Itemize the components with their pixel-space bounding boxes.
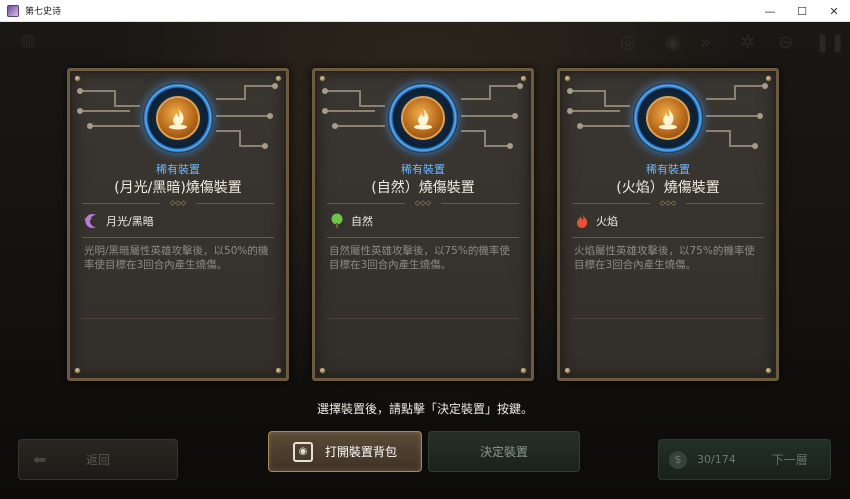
bolt-decoration	[74, 367, 81, 374]
bolt-decoration	[765, 367, 772, 374]
resource-icon: $	[669, 450, 687, 469]
rarity-label: 稀有裝置	[401, 163, 445, 176]
resource-count: 30/174	[697, 453, 736, 466]
attribute-row: 火焰	[574, 213, 618, 229]
back-button[interactable]: ⬅ 返回	[18, 439, 178, 480]
fire-device-icon	[414, 108, 432, 130]
card-title: (自然）燒傷裝置	[371, 180, 475, 196]
card-description: 自然屬性英雄攻擊後，以75%的機率使目標在3回合內產生燒傷。	[329, 245, 510, 271]
attribute-label: 月光/黑暗	[106, 215, 154, 228]
open-bag-label: 打開裝置背包	[324, 445, 397, 459]
tree-icon	[329, 213, 345, 229]
app-icon	[7, 4, 19, 17]
game-area: ◍ ◎ ◉ » ✲ ⊖ ❚❚ 稀有裝置 (月光/黑暗)燒傷裝置 ◇◇◇ 月光/黑…	[0, 22, 850, 499]
background-hud-icon: ◍	[20, 30, 36, 51]
divider	[327, 318, 519, 319]
next-floor-button[interactable]: $ 30/174 下一層	[658, 439, 831, 480]
attribute-row: 月光/黑暗	[84, 213, 154, 229]
minimize-button[interactable]: —	[754, 0, 786, 22]
card-title: (火焰）燒傷裝置	[616, 180, 720, 196]
divider	[82, 237, 274, 238]
background-hud-icon: ⊖	[778, 32, 794, 53]
attribute-row: 自然	[329, 213, 373, 229]
confirm-label: 決定裝置	[479, 445, 528, 459]
open-device-bag-button[interactable]: ◉ 打開裝置背包	[268, 431, 422, 472]
window-controls: — ☐ ✕	[754, 0, 850, 22]
attribute-label: 火焰	[596, 215, 618, 228]
moon-dark-icon	[84, 213, 100, 229]
window-title: 第七史诗	[25, 7, 62, 17]
divider	[82, 318, 274, 319]
bolt-decoration	[520, 367, 527, 374]
divider	[327, 237, 519, 238]
divider	[572, 318, 764, 319]
device-emblem	[388, 83, 458, 153]
card-description: 光明/黑暗屬性英雄攻擊後，以50%的機率使目標在3回合內產生燒傷。	[84, 245, 269, 271]
maximize-button[interactable]: ☐	[786, 0, 818, 22]
divider-ornament: ◇◇◇	[160, 199, 196, 207]
confirm-device-button[interactable]: 決定裝置	[428, 431, 580, 472]
device-card-fire[interactable]: 稀有裝置 (火焰）燒傷裝置 ◇◇◇ 火焰 火焰屬性英雄攻擊後，以75%的機率使目…	[557, 68, 779, 381]
bolt-decoration	[319, 367, 326, 374]
bolt-decoration	[564, 367, 571, 374]
next-floor-label: 下一層	[771, 453, 808, 467]
divider	[572, 237, 764, 238]
rarity-label: 稀有裝置	[646, 163, 690, 176]
settings-gear-icon: ✲	[740, 32, 756, 53]
divider-ornament: ◇◇◇	[650, 199, 686, 207]
arrow-left-icon: ⬅	[33, 450, 47, 469]
device-emblem	[143, 83, 213, 153]
rarity-label: 稀有裝置	[156, 163, 200, 176]
divider-ornament: ◇◇◇	[405, 199, 441, 207]
flame-icon	[574, 213, 590, 229]
device-card-moon-dark[interactable]: 稀有裝置 (月光/黑暗)燒傷裝置 ◇◇◇ 月光/黑暗 光明/黑暗屬性英雄攻擊後，…	[67, 68, 289, 381]
close-button[interactable]: ✕	[818, 0, 850, 22]
attribute-label: 自然	[351, 215, 373, 228]
fire-device-icon	[659, 108, 677, 130]
pause-icon: ❚❚	[815, 32, 846, 53]
fast-forward-icon: »	[700, 32, 712, 53]
fire-device-icon	[169, 108, 187, 130]
bolt-decoration	[275, 367, 282, 374]
instruction-text: 選擇裝置後，請點擊「決定裝置」按鍵。	[316, 402, 533, 416]
card-title: (月光/黑暗)燒傷裝置	[114, 180, 242, 196]
bag-icon: ◉	[292, 441, 313, 462]
device-emblem	[633, 83, 703, 153]
background-hud-icon: ◎	[620, 32, 636, 53]
back-label: 返回	[85, 453, 110, 467]
card-description: 火焰屬性英雄攻擊後，以75%的機率使目標在3回合內產生燒傷。	[574, 245, 755, 271]
background-hud-icon: ◉	[665, 32, 681, 53]
device-card-nature[interactable]: 稀有裝置 (自然）燒傷裝置 ◇◇◇ 自然 自然屬性英雄攻擊後，以75%的機率使目…	[312, 68, 534, 381]
window-titlebar: 第七史诗 — ☐ ✕	[0, 0, 850, 22]
